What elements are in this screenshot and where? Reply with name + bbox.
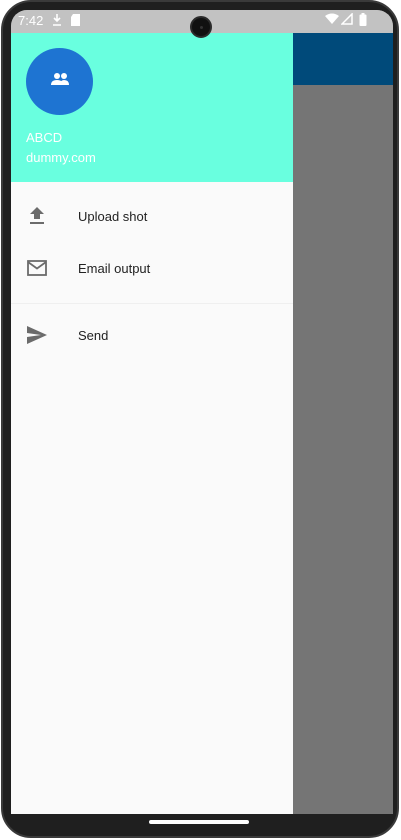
group-icon [50,72,70,91]
signal-icon [340,12,355,27]
battery-icon [359,13,373,27]
mail-icon [26,257,48,279]
menu-item-send[interactable]: Send [11,309,293,361]
menu-item-label: Upload shot [78,208,148,224]
upload-icon [26,205,48,227]
menu-item-upload-shot[interactable]: Upload shot [11,190,293,242]
account-name: ABCD [26,130,63,145]
navigation-drawer: ABCD dummy.com Upload shot Email output … [11,33,293,814]
send-icon [26,324,48,346]
account-email: dummy.com [26,150,96,165]
drawer-header: ABCD dummy.com [11,33,293,182]
menu-item-label: Email output [78,260,151,276]
menu-item-label: Send [78,327,109,343]
menu-item-email-output[interactable]: Email output [11,242,293,294]
wifi-icon [325,13,339,27]
home-gesture-handle[interactable] [149,820,249,824]
status-time: 7:42 [18,13,44,28]
menu-divider [11,303,293,304]
sd-card-icon [70,13,84,27]
device-bezel: 7:42 ABCD dummy.com Upload shot Email ou… [1,0,399,838]
device-frame: 7:42 ABCD dummy.com Upload shot Email ou… [0,0,401,840]
screen: 7:42 ABCD dummy.com Upload shot Email ou… [11,10,393,814]
avatar[interactable] [26,48,93,115]
front-camera [190,16,212,38]
download-icon [51,13,65,27]
